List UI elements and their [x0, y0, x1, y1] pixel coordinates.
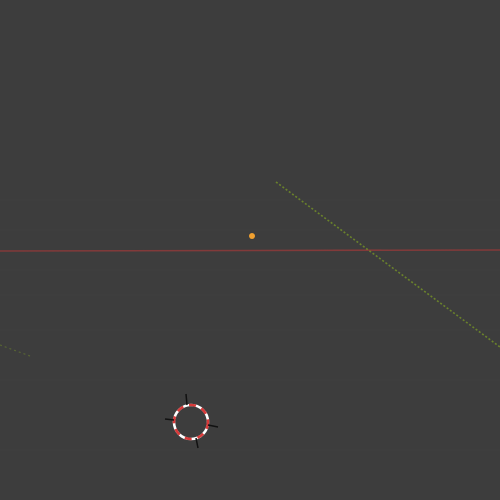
- viewport-canvas[interactable]: [0, 0, 500, 500]
- y-axis-line-continuation: [0, 344, 31, 357]
- 3d-cursor-ring-red: [172, 403, 210, 441]
- 3d-viewport[interactable]: [0, 0, 500, 500]
- 3d-cursor-tick: [185, 393, 188, 406]
- 3d-cursor-tick: [164, 418, 175, 421]
- 3d-cursor-tick: [207, 424, 219, 428]
- 3d-cursor[interactable]: [164, 393, 219, 449]
- y-axis-line: [275, 181, 500, 348]
- 3d-cursor-tick: [195, 437, 199, 449]
- origin-point: [249, 233, 255, 239]
- x-axis-line: [0, 249, 500, 252]
